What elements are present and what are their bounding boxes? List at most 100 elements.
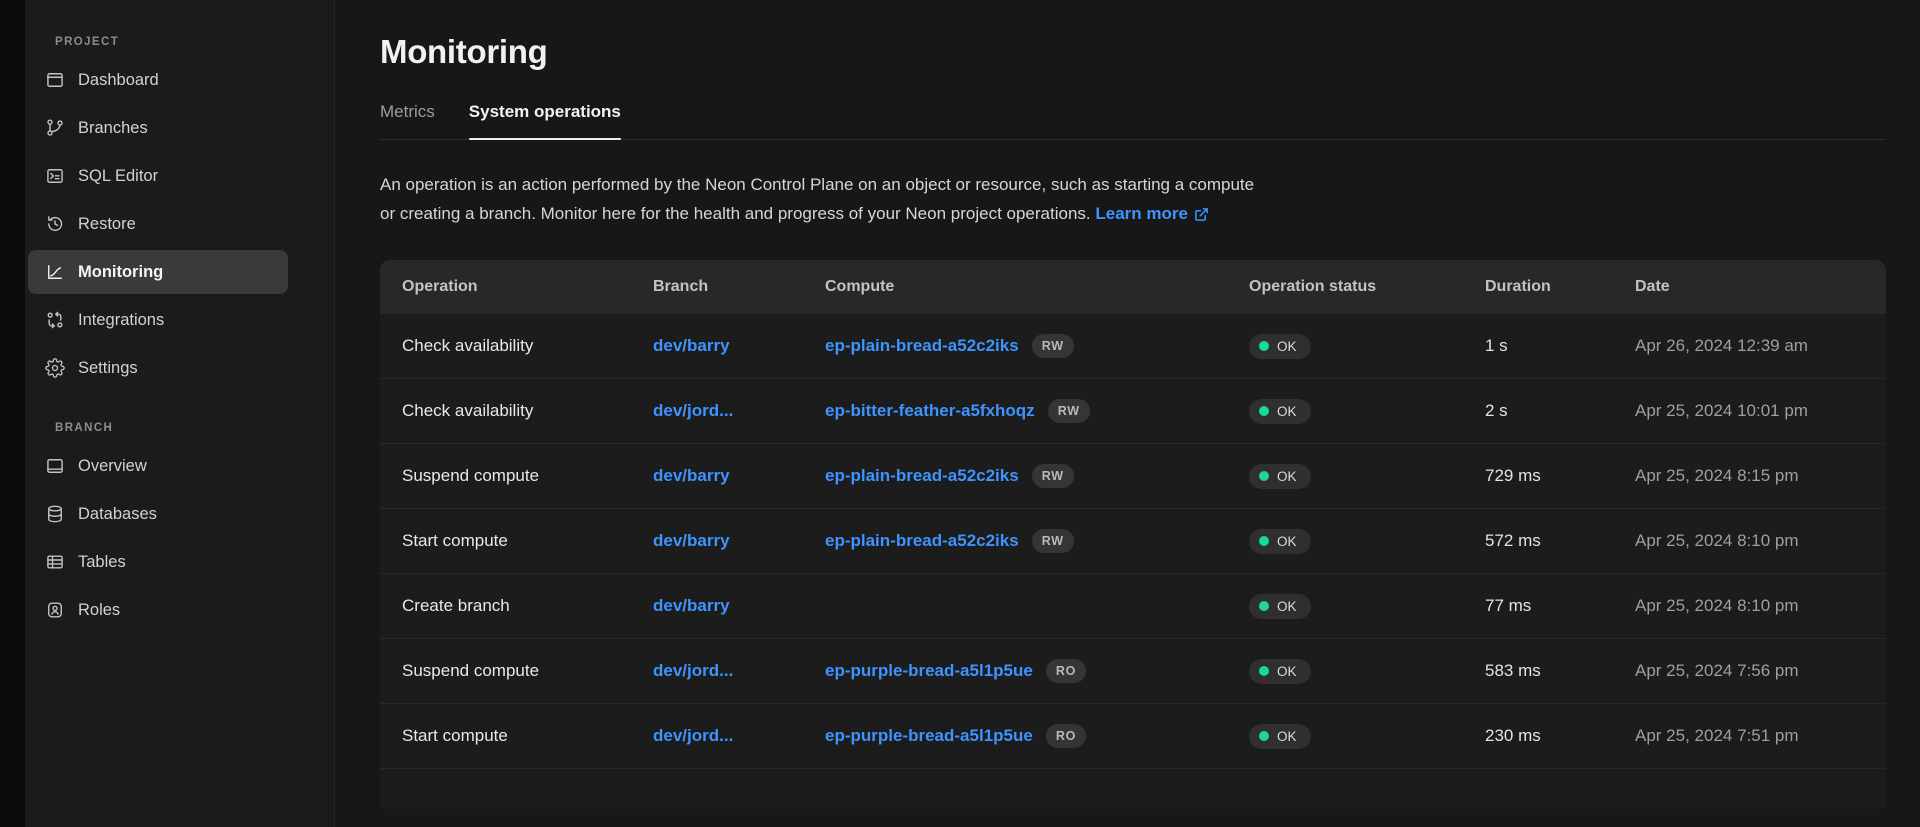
compute-link[interactable]: ep-purple-bread-a5l1p5ue: [825, 726, 1033, 746]
duration-value: 583 ms: [1485, 661, 1541, 681]
sidebar-item-tables[interactable]: Tables: [28, 540, 288, 584]
cell-operation-status: OK: [1249, 594, 1485, 619]
operation-label: Check availability: [402, 401, 533, 421]
status-badge: OK: [1249, 529, 1311, 554]
column-header-label: Date: [1635, 278, 1670, 296]
table-row: Create branch dev/barry OK77 msApr 25, 202…: [380, 574, 1886, 639]
restore-icon: [45, 214, 65, 234]
compute-link[interactable]: ep-plain-bread-a52c2iks: [825, 336, 1019, 356]
status-ok-dot: [1259, 341, 1269, 351]
sidebar-item-dashboard[interactable]: Dashboard: [28, 58, 288, 102]
cell-duration: 572 ms: [1485, 531, 1635, 551]
cell-operation: Check availability: [402, 336, 653, 356]
status-label: OK: [1277, 469, 1297, 484]
cell-duration: 77 ms: [1485, 596, 1635, 616]
cell-operation-status: OK: [1249, 724, 1485, 749]
branch-link[interactable]: dev/barry: [653, 596, 730, 616]
status-badge: OK: [1249, 399, 1311, 424]
status-ok-dot: [1259, 601, 1269, 611]
sidebar-item-databases[interactable]: Databases: [28, 492, 288, 536]
column-header-label: Branch: [653, 278, 708, 296]
table-row: Start compute dev/barry ep-plain-bread-a52…: [380, 509, 1886, 574]
cell-branch: dev/jord...: [653, 726, 825, 746]
cell-operation-status: OK: [1249, 529, 1485, 554]
tab-system-operations[interactable]: System operations: [469, 102, 621, 139]
cell-date: Apr 25, 2024 8:15 pm: [1635, 466, 1886, 486]
sidebar-item-label: Roles: [78, 601, 120, 620]
sidebar-item-label: Dashboard: [78, 71, 159, 90]
branch-link[interactable]: dev/jord...: [653, 726, 733, 746]
branch-link[interactable]: dev/barry: [653, 466, 730, 486]
sidebar-item-roles[interactable]: Roles: [28, 588, 288, 632]
cell-operation-status: OK: [1249, 464, 1485, 489]
branch-link[interactable]: dev/barry: [653, 336, 730, 356]
description-line-1: An operation is an action performed by t…: [380, 175, 1254, 194]
cell-date: Apr 26, 2024 12:39 am: [1635, 336, 1886, 356]
cell-branch: dev/barry: [653, 596, 825, 616]
duration-value: 230 ms: [1485, 726, 1541, 746]
sidebar-item-label: Databases: [78, 505, 157, 524]
sidebar-item-restore[interactable]: Restore: [28, 202, 288, 246]
compute-access-badge: RW: [1048, 399, 1090, 423]
compute-link[interactable]: ep-purple-bread-a5l1p5ue: [825, 661, 1033, 681]
cell-branch: dev/barry: [653, 336, 825, 356]
tab-bar: Metrics System operations: [380, 102, 1886, 140]
app-root: PROJECTDashboardBranchesSQL EditorRestor…: [0, 0, 1920, 827]
cell-date: Apr 25, 2024 7:56 pm: [1635, 661, 1886, 681]
column-header-duration: Duration: [1485, 278, 1635, 296]
sidebar: PROJECTDashboardBranchesSQL EditorRestor…: [25, 0, 335, 827]
branch-link[interactable]: dev/barry: [653, 531, 730, 551]
cell-duration: 230 ms: [1485, 726, 1635, 746]
operation-label: Start compute: [402, 726, 508, 746]
operation-label: Create branch: [402, 596, 510, 616]
monitoring-icon: [45, 262, 65, 282]
column-header-label: Compute: [825, 278, 894, 296]
external-link-icon: [1194, 207, 1209, 222]
cell-branch: dev/barry: [653, 531, 825, 551]
roles-icon: [45, 600, 65, 620]
compute-access-badge: RO: [1046, 659, 1086, 683]
cell-duration: 1 s: [1485, 336, 1635, 356]
table-body: Check availability dev/barry ep-plain-brea…: [380, 314, 1886, 769]
compute-access-badge: RO: [1046, 724, 1086, 748]
cell-operation-status: OK: [1249, 334, 1485, 359]
branch-link[interactable]: dev/jord...: [653, 401, 733, 421]
cell-duration: 729 ms: [1485, 466, 1635, 486]
date-value: Apr 26, 2024 12:39 am: [1635, 336, 1808, 356]
column-header-compute: Compute: [825, 278, 1249, 296]
operation-label: Start compute: [402, 531, 508, 551]
dashboard-icon: [45, 70, 65, 90]
date-value: Apr 25, 2024 8:10 pm: [1635, 531, 1799, 551]
operation-label: Suspend compute: [402, 661, 539, 681]
learn-more-link[interactable]: Learn more: [1095, 199, 1209, 228]
date-value: Apr 25, 2024 8:10 pm: [1635, 596, 1799, 616]
status-badge: OK: [1249, 464, 1311, 489]
compute-link[interactable]: ep-plain-bread-a52c2iks: [825, 531, 1019, 551]
sidebar-item-label: Overview: [78, 457, 147, 476]
duration-value: 2 s: [1485, 401, 1508, 421]
sidebar-item-sql-editor[interactable]: SQL Editor: [28, 154, 288, 198]
sidebar-item-label: Monitoring: [78, 263, 163, 282]
cell-operation: Start compute: [402, 726, 653, 746]
duration-value: 729 ms: [1485, 466, 1541, 486]
cell-branch: dev/barry: [653, 466, 825, 486]
sidebar-item-branches[interactable]: Branches: [28, 106, 288, 150]
sidebar-item-settings[interactable]: Settings: [28, 346, 288, 390]
settings-icon: [45, 358, 65, 378]
operation-label: Check availability: [402, 336, 533, 356]
column-header-operation: Operation: [402, 278, 653, 296]
sidebar-item-monitoring[interactable]: Monitoring: [28, 250, 288, 294]
sidebar-item-overview[interactable]: Overview: [28, 444, 288, 488]
cell-date: Apr 25, 2024 10:01 pm: [1635, 401, 1886, 421]
cell-compute: ep-plain-bread-a52c2iks RW: [825, 529, 1249, 553]
sidebar-item-integrations[interactable]: Integrations: [28, 298, 288, 342]
column-header-operation-status: Operation status: [1249, 278, 1485, 296]
compute-link[interactable]: ep-plain-bread-a52c2iks: [825, 466, 1019, 486]
compute-access-badge: RW: [1032, 529, 1074, 553]
cell-compute: ep-purple-bread-a5l1p5ue RO: [825, 659, 1249, 683]
branch-link[interactable]: dev/jord...: [653, 661, 733, 681]
operation-label: Suspend compute: [402, 466, 539, 486]
tab-metrics[interactable]: Metrics: [380, 102, 435, 139]
table-row: Suspend compute dev/barry ep-plain-bread-a…: [380, 444, 1886, 509]
compute-link[interactable]: ep-bitter-feather-a5fxhoqz: [825, 401, 1035, 421]
